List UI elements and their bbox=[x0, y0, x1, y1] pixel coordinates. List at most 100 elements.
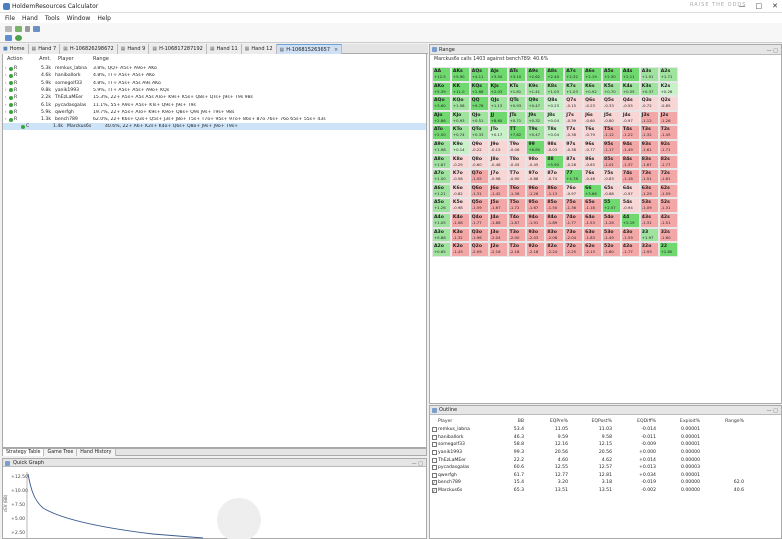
menu-hand[interactable]: Hand bbox=[22, 15, 38, 22]
range-cell[interactable]: KQo +1.58 bbox=[450, 96, 470, 111]
range-cell[interactable]: 82s -1.77 bbox=[658, 154, 678, 170]
range-cell[interactable]: 92o -2.18 bbox=[526, 242, 546, 257]
range-cell[interactable]: Q9o -0.22 bbox=[469, 139, 489, 155]
range-cell[interactable]: T6o -1.36 bbox=[507, 183, 527, 199]
player-checkbox[interactable] bbox=[431, 442, 437, 448]
range-cell[interactable]: KJs +2.03 bbox=[488, 81, 508, 97]
range-cell[interactable]: 92s -1.71 bbox=[658, 139, 678, 155]
range-cell[interactable]: T3o -2.00 bbox=[507, 227, 527, 243]
panel-controls-icon[interactable]: — □ bbox=[767, 407, 778, 416]
range-cell[interactable]: 43s -1.31 bbox=[639, 212, 659, 228]
range-cell[interactable]: K9o +0.14 bbox=[450, 139, 470, 155]
menu-help[interactable]: Help bbox=[97, 15, 111, 22]
range-cell[interactable]: J2o -2.16 bbox=[488, 242, 508, 257]
action-row[interactable]: › R 5.9k somegolf33 4.8%, TT+ A5s+ A5s A9s A… bbox=[3, 80, 426, 87]
range-cell[interactable]: Q7s -0.15 bbox=[564, 96, 584, 111]
range-cell[interactable]: 84o -1.89 bbox=[545, 212, 565, 228]
range-cell[interactable]: J6s -0.60 bbox=[583, 110, 603, 126]
range-cell[interactable]: 42s -1.51 bbox=[658, 212, 678, 228]
open-icon[interactable] bbox=[15, 26, 22, 32]
range-cell[interactable]: J6o -1.42 bbox=[488, 183, 508, 199]
range-cell[interactable]: QTs +0.93 bbox=[507, 96, 527, 111]
range-cell[interactable]: K2s +0.26 bbox=[658, 81, 678, 97]
range-cell[interactable]: J5s -0.80 bbox=[602, 110, 621, 126]
tab-hand-7[interactable]: ▦ Hand 7 bbox=[28, 44, 61, 54]
range-cell[interactable]: 54s -0.94 bbox=[620, 198, 640, 213]
minimize-icon[interactable]: — bbox=[739, 2, 746, 10]
range-cell[interactable]: 94s -1.49 bbox=[620, 139, 640, 155]
outline-row[interactable]: qwerfgh 61.7 12.77 12.81 +0.034 0.00001 bbox=[430, 472, 781, 480]
range-cell[interactable]: 95o -1.67 bbox=[526, 198, 546, 213]
range-cell[interactable]: 86s -0.63 bbox=[583, 154, 603, 170]
menu-file[interactable]: File bbox=[5, 15, 15, 22]
range-cell[interactable]: 96o -1.26 bbox=[526, 183, 546, 199]
range-cell[interactable]: T4o -1.87 bbox=[507, 212, 527, 228]
range-cell[interactable]: A5o +1.26 bbox=[432, 198, 451, 213]
range-cell[interactable]: AQo +3.60 bbox=[432, 96, 451, 111]
range-cell[interactable]: ATo +2.50 bbox=[432, 125, 451, 140]
range-cell[interactable]: 54o -1.28 bbox=[602, 212, 621, 228]
range-cell[interactable]: 33 +1.97 bbox=[639, 227, 659, 243]
range-cell[interactable]: A8s +2.40 bbox=[545, 67, 565, 82]
range-cell[interactable]: J9s +0.32 bbox=[526, 110, 546, 126]
tab-h-106826298672[interactable]: ▦ H-106826298672 bbox=[60, 44, 118, 54]
range-cell[interactable]: K3o -1.32 bbox=[450, 227, 470, 243]
range-cell[interactable]: A2s +1.71 bbox=[658, 67, 678, 82]
range-cell[interactable]: T9o -0.06 bbox=[507, 139, 527, 155]
range-cell[interactable]: J5o -1.67 bbox=[488, 198, 508, 213]
tab-home[interactable]: ■ Home bbox=[0, 44, 29, 54]
range-cell[interactable]: K8s +1.03 bbox=[545, 81, 565, 97]
range-cell[interactable]: TT +7.82 bbox=[507, 125, 527, 140]
range-cell[interactable]: 85s -1.01 bbox=[602, 154, 621, 170]
range-cell[interactable]: T7o -0.90 bbox=[507, 169, 527, 184]
range-cell[interactable]: 93o -2.03 bbox=[526, 227, 546, 243]
range-cell[interactable]: Q8o -0.60 bbox=[469, 154, 489, 170]
range-cell[interactable]: 99 +6.80 bbox=[526, 139, 546, 155]
range-cell[interactable]: JTs +0.71 bbox=[507, 110, 527, 126]
range-cell[interactable]: Q3o -1.96 bbox=[469, 227, 489, 243]
range-cell[interactable]: T9s +0.47 bbox=[526, 125, 546, 140]
range-cell[interactable]: A8o +1.67 bbox=[432, 154, 451, 170]
outline-row[interactable]: pycadasgalas 60.6 12.55 12.57 +0.013 0.00003 bbox=[430, 464, 781, 472]
range-cell[interactable]: AA +12.5 bbox=[432, 67, 451, 82]
range-cell[interactable]: 98s -0.03 bbox=[545, 139, 565, 155]
range-cell[interactable]: T3s -1.32 bbox=[639, 125, 659, 140]
range-cell[interactable]: 64s -0.97 bbox=[620, 183, 640, 199]
range-cell[interactable]: J3o -2.04 bbox=[488, 227, 508, 243]
range-cell[interactable]: K3s +0.37 bbox=[639, 81, 659, 97]
range-cell[interactable]: AKs +5.90 bbox=[450, 67, 470, 82]
range-cell[interactable]: 74s -1.18 bbox=[620, 169, 640, 184]
range-cell[interactable]: AJo +2.86 bbox=[432, 110, 451, 126]
range-cell[interactable]: KTo +0.74 bbox=[450, 125, 470, 140]
range-cell[interactable]: KTs +1.81 bbox=[507, 81, 527, 97]
maximize-icon[interactable]: □ bbox=[756, 2, 763, 10]
range-cell[interactable]: Q9s +0.47 bbox=[526, 96, 546, 111]
range-cell[interactable]: 52o -1.80 bbox=[602, 242, 621, 257]
range-cell[interactable]: J7o -0.98 bbox=[488, 169, 508, 184]
range-cell[interactable]: Q3s -0.72 bbox=[639, 96, 659, 111]
range-cell[interactable]: Q8s +0.23 bbox=[545, 96, 565, 111]
range-cell[interactable]: 63o -1.83 bbox=[583, 227, 603, 243]
range-cell[interactable]: 83s -1.67 bbox=[639, 154, 659, 170]
range-cell[interactable]: A7o +1.50 bbox=[432, 169, 451, 184]
range-cell[interactable]: 42o -1.77 bbox=[620, 242, 640, 257]
range-cell[interactable]: 84s -1.37 bbox=[620, 154, 640, 170]
range-cell[interactable]: A9o +1.98 bbox=[432, 139, 451, 155]
folder-icon[interactable] bbox=[33, 26, 40, 32]
range-cell[interactable]: KJo +0.93 bbox=[450, 110, 470, 126]
action-row[interactable]: › R 5.9k qwerfgh 19.7%, 22+ A5s+ ATo+ K9s+ K… bbox=[3, 109, 426, 116]
action-row[interactable]: › R 5.3k remkus_labna 3.8%, QQ+ A5s+ A9o+ AK… bbox=[3, 65, 426, 72]
menu-tools[interactable]: Tools bbox=[45, 15, 60, 22]
range-cell[interactable]: K6s +0.92 bbox=[583, 81, 603, 97]
range-cell[interactable]: 97s -0.38 bbox=[564, 139, 584, 155]
range-cell[interactable]: J4o -1.86 bbox=[488, 212, 508, 228]
range-cell[interactable]: 73s -1.51 bbox=[639, 169, 659, 184]
range-cell[interactable]: 74o -1.77 bbox=[564, 212, 584, 228]
range-cell[interactable]: 76o -0.97 bbox=[564, 183, 584, 199]
action-row[interactable]: › R 9.8k yanik1993 5.9%, TT+ A5s+ A5s+ A9o+ … bbox=[3, 87, 426, 94]
range-cell[interactable]: Q5s -0.33 bbox=[602, 96, 621, 111]
range-cell[interactable]: T5o -1.72 bbox=[507, 198, 527, 213]
menu-window[interactable]: Window bbox=[67, 15, 91, 22]
panel-controls-icon[interactable]: — □ bbox=[412, 460, 423, 468]
range-cell[interactable]: 98o -0.45 bbox=[526, 154, 546, 170]
